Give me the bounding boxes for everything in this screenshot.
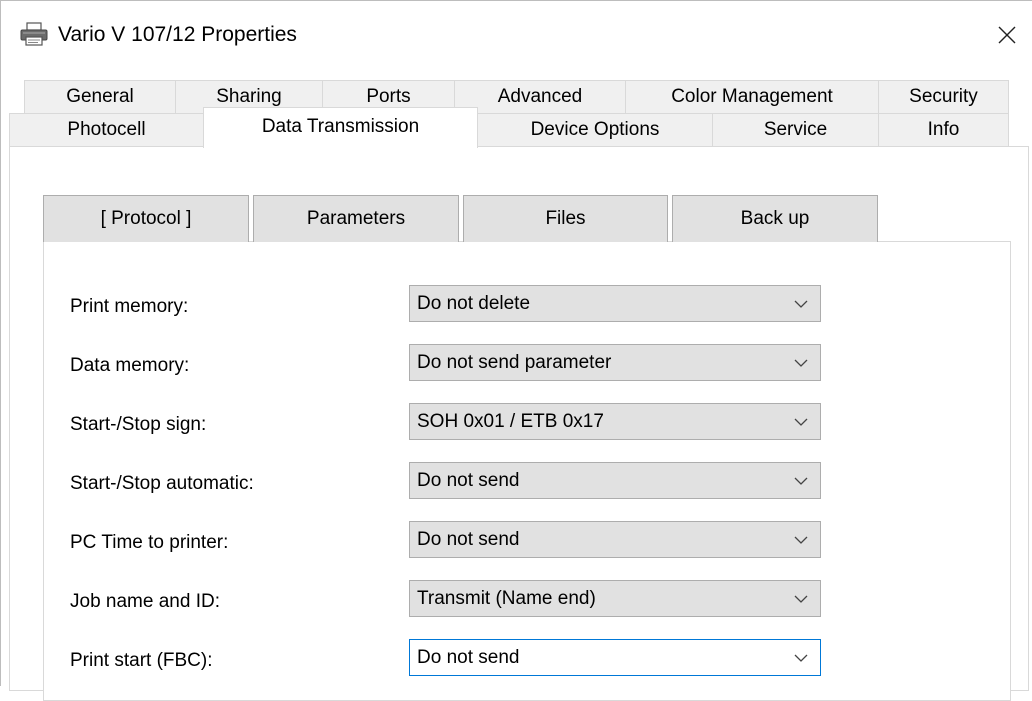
print-start-value: Do not send — [417, 647, 520, 668]
tab-advanced[interactable]: Advanced — [454, 80, 626, 114]
chevron-down-icon — [794, 477, 808, 485]
tab-general[interactable]: General — [24, 80, 176, 114]
tab-back-up[interactable]: Back up — [672, 195, 878, 242]
start-stop-sign-label: Start-/Stop sign: — [70, 414, 207, 435]
chevron-down-icon — [794, 536, 808, 544]
job-name-dropdown[interactable]: Transmit (Name end) — [409, 580, 821, 617]
tab-data-transmission[interactable]: Data Transmission — [203, 107, 478, 148]
chevron-down-icon — [794, 300, 808, 308]
print-start-label: Print start (FBC): — [70, 650, 213, 671]
print-memory-dropdown[interactable]: Do not delete — [409, 285, 821, 322]
chevron-down-icon — [794, 595, 808, 603]
tab-color-management[interactable]: Color Management — [625, 80, 879, 114]
start-stop-automatic-value: Do not send — [417, 470, 520, 491]
chevron-down-icon — [794, 654, 808, 662]
tab-photocell[interactable]: Photocell — [9, 113, 204, 147]
tab-service[interactable]: Service — [712, 113, 879, 147]
print-memory-value: Do not delete — [417, 293, 531, 314]
tab-files[interactable]: Files — [463, 195, 668, 242]
data-memory-dropdown[interactable]: Do not send parameter — [409, 344, 821, 381]
data-memory-label: Data memory: — [70, 355, 190, 376]
print-memory-label: Print memory: — [70, 296, 189, 317]
pc-time-dropdown[interactable]: Do not send — [409, 521, 821, 558]
tab-parameters[interactable]: Parameters — [253, 195, 459, 242]
tab-device-options[interactable]: Device Options — [477, 113, 713, 147]
tab-protocol[interactable]: [ Protocol ] — [43, 195, 249, 242]
chevron-down-icon — [794, 359, 808, 367]
tab-info[interactable]: Info — [878, 113, 1009, 147]
start-stop-automatic-dropdown[interactable]: Do not send — [409, 462, 821, 499]
job-name-label: Job name and ID: — [70, 591, 220, 612]
pc-time-value: Do not send — [417, 529, 520, 550]
print-start-dropdown[interactable]: Do not send — [409, 639, 821, 676]
tab-security[interactable]: Security — [878, 80, 1009, 114]
start-stop-sign-value: SOH 0x01 / ETB 0x17 — [417, 411, 604, 432]
job-name-value: Transmit (Name end) — [417, 588, 596, 609]
properties-dialog: Vario V 107/12 Properties General Sharin… — [0, 0, 1032, 701]
pc-time-label: PC Time to printer: — [70, 532, 229, 553]
start-stop-sign-dropdown[interactable]: SOH 0x01 / ETB 0x17 — [409, 403, 821, 440]
start-stop-automatic-label: Start-/Stop automatic: — [70, 473, 254, 494]
chevron-down-icon — [794, 418, 808, 426]
data-transmission-panel: [ Protocol ] Parameters Files Back up Pr… — [9, 146, 1029, 701]
data-memory-value: Do not send parameter — [417, 352, 612, 373]
